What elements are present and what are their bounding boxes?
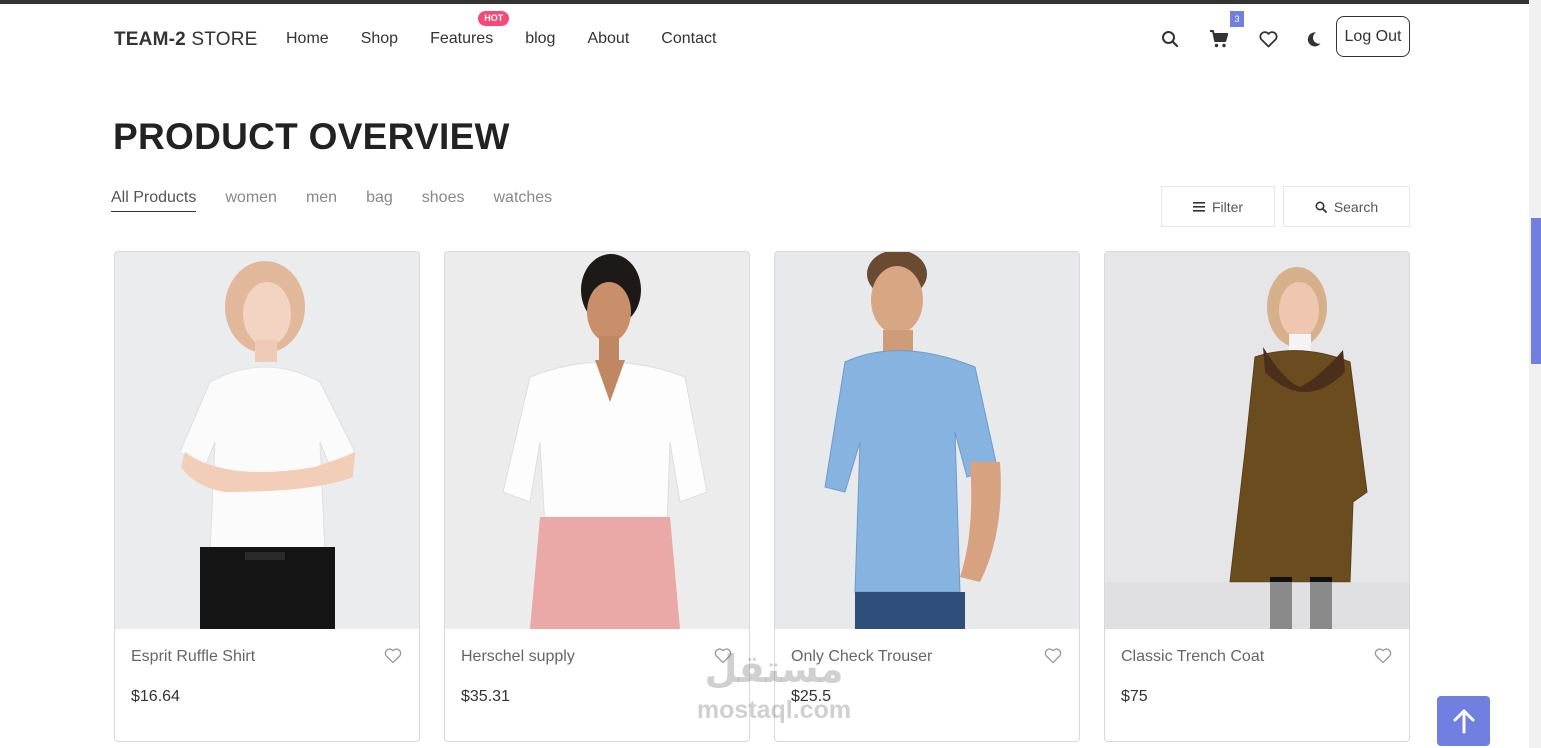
product-price: $16.64 (131, 688, 180, 705)
back-to-top-button[interactable] (1437, 696, 1490, 746)
search-icon (1315, 200, 1327, 213)
nav-features[interactable]: Features HOT (430, 11, 510, 48)
logout-button[interactable]: Log Out (1336, 16, 1410, 57)
filter-button-label: Filter (1211, 198, 1244, 215)
tab-men[interactable]: men (306, 189, 337, 212)
product-name[interactable]: Classic Trench Coat (1121, 648, 1264, 666)
tab-bag[interactable]: bag (366, 189, 393, 212)
category-tabs: All Products women men bag shoes watches (111, 189, 581, 212)
add-to-wishlist-heart-icon[interactable] (1374, 648, 1394, 668)
product-card[interactable]: Classic Trench Coat $75 (1104, 251, 1410, 742)
logo-rest: STORE (185, 29, 258, 50)
site-header: TEAM-2 STORE Home Shop Features HOT blog … (0, 4, 1529, 76)
page-scrollbar-track[interactable] (1529, 0, 1541, 748)
add-to-wishlist-heart-icon[interactable] (1044, 648, 1064, 668)
product-price: $35.31 (461, 688, 510, 705)
nav-contact[interactable]: Contact (661, 30, 716, 48)
main-nav: Home Shop Features HOT blog About Contact (286, 11, 748, 48)
watermark-latin: mostaql.com (696, 696, 852, 724)
menu-lines-icon (1192, 201, 1205, 212)
product-card[interactable]: Esprit Ruffle Shirt $16.64 (114, 251, 420, 742)
add-to-wishlist-heart-icon[interactable] (384, 648, 404, 668)
site-logo[interactable]: TEAM-2 STORE (114, 29, 258, 51)
tab-all-products[interactable]: All Products (111, 189, 197, 212)
moon-icon[interactable] (1303, 26, 1325, 52)
nav-blog[interactable]: blog (525, 30, 555, 48)
search-icon[interactable] (1159, 26, 1181, 52)
tab-watches[interactable]: watches (493, 189, 552, 212)
nav-about[interactable]: About (587, 30, 629, 48)
product-image[interactable] (115, 252, 419, 629)
tab-women[interactable]: women (225, 189, 277, 212)
product-image[interactable] (445, 252, 749, 629)
product-image[interactable] (775, 252, 1079, 629)
product-name[interactable]: Esprit Ruffle Shirt (131, 648, 255, 666)
nav-home[interactable]: Home (286, 30, 329, 48)
tab-shoes[interactable]: shoes (422, 189, 465, 212)
wishlist-heart-icon[interactable] (1257, 26, 1279, 52)
nav-shop[interactable]: Shop (361, 30, 398, 48)
watermark-arabic: مستقل (704, 649, 844, 691)
cart-count-badge: 3 (1230, 11, 1244, 27)
arrow-up-icon (1453, 709, 1474, 734)
product-price: $75 (1121, 688, 1148, 705)
watermark: مستقل mostaql.com (676, 644, 872, 734)
product-image[interactable] (1105, 252, 1409, 629)
cart-icon[interactable] (1208, 26, 1230, 52)
hot-badge: HOT (478, 11, 510, 26)
logo-bold: TEAM-2 (114, 29, 186, 50)
filter-button[interactable]: Filter (1161, 186, 1275, 227)
page-scrollbar-thumb[interactable] (1531, 218, 1541, 364)
search-toggle-button[interactable]: Search (1283, 186, 1410, 227)
search-toggle-label: Search (1333, 198, 1379, 215)
nav-features-label: Features (430, 30, 494, 47)
page-title: PRODUCT OVERVIEW (113, 116, 510, 157)
product-name[interactable]: Herschel supply (461, 648, 575, 666)
